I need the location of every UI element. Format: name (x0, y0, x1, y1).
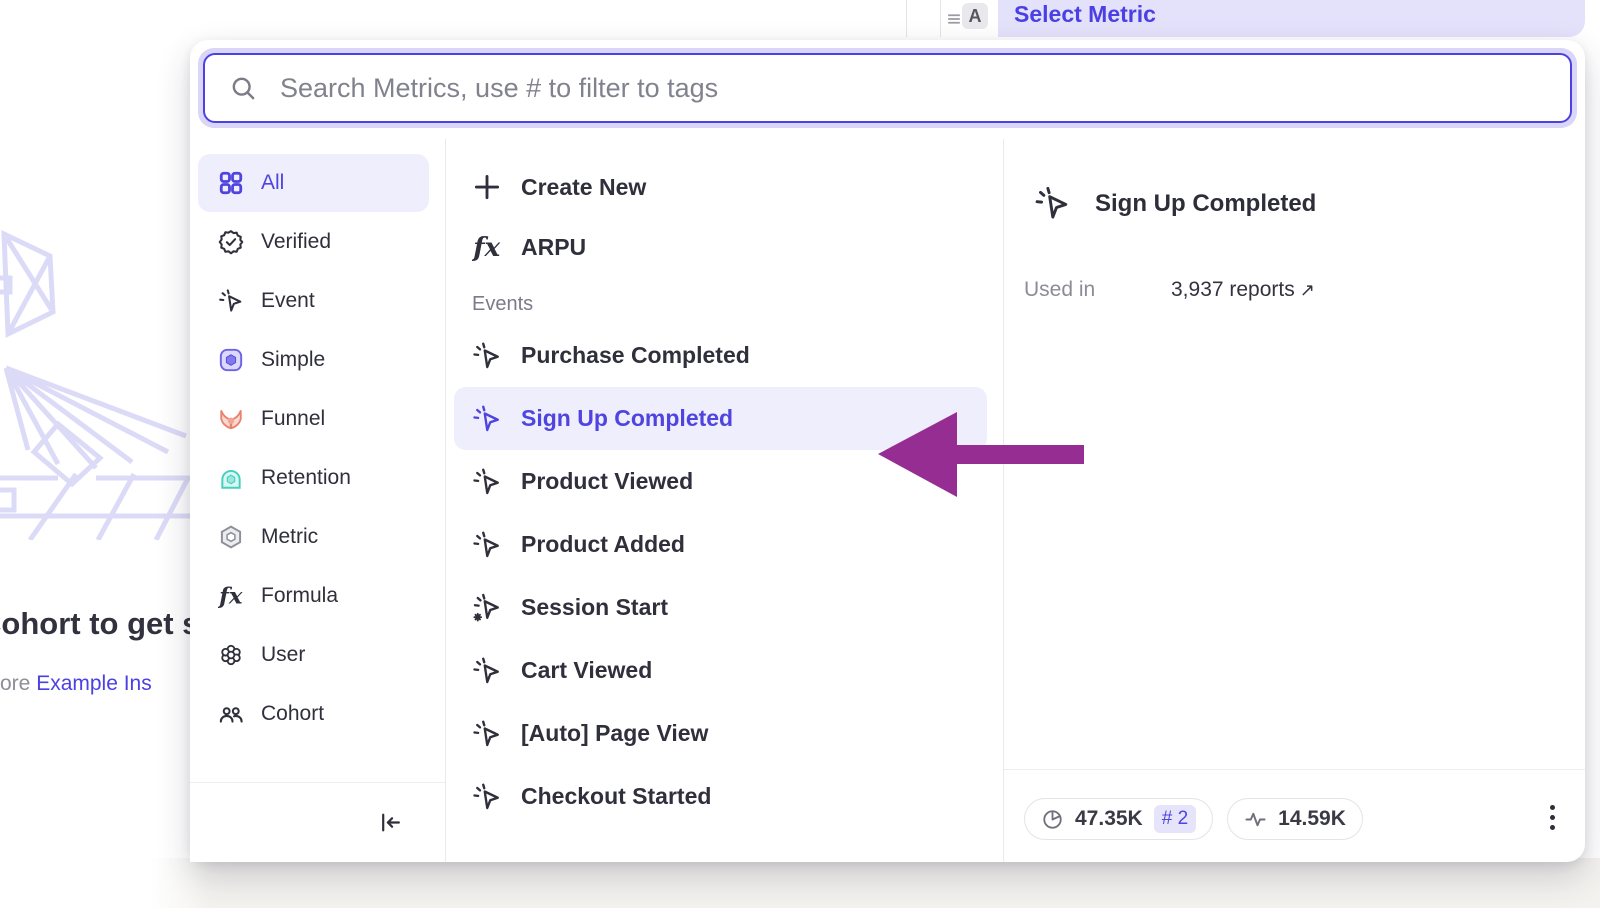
event-cursor-icon (472, 719, 502, 749)
search-placeholder: Search Metrics, use # to filter to tags (280, 73, 718, 104)
funnel-icon (218, 406, 244, 432)
annotation-arrow (872, 408, 1086, 500)
retention-icon (218, 465, 244, 491)
chip-value: 47.35K (1075, 807, 1143, 831)
reports-count: 3,937 reports (1171, 278, 1295, 301)
drag-handle-icon[interactable] (944, 9, 964, 29)
list-item-purchase-completed[interactable]: Purchase Completed (454, 324, 987, 387)
used-in-label: Used in (1024, 278, 1095, 302)
used-in-reports-link[interactable]: 3,937 reports↗ (1171, 278, 1315, 302)
list-item-session-start[interactable]: Session Start (454, 576, 987, 639)
events-section-header: Events (472, 293, 1003, 316)
sidebar-item-label: Retention (261, 466, 351, 490)
list-item-label: Sign Up Completed (521, 405, 733, 432)
search-input[interactable]: Search Metrics, use # to filter to tags (203, 53, 1572, 123)
search-focus-ring: Search Metrics, use # to filter to tags (198, 48, 1577, 128)
event-cursor-icon (1034, 185, 1071, 222)
more-options-kebab-icon[interactable] (1550, 805, 1555, 830)
plus-icon (472, 172, 502, 202)
event-cursor-icon (472, 656, 502, 686)
sidebar-item-metric[interactable]: Metric (198, 508, 429, 566)
user-cluster-icon (218, 642, 244, 668)
list-item-cart-viewed[interactable]: Cart Viewed (454, 639, 987, 702)
page-bottom-band (150, 858, 1600, 908)
sidebar-item-label: Event (261, 289, 315, 313)
detail-title: Sign Up Completed (1095, 190, 1316, 218)
sidebar-item-label: Metric (261, 525, 318, 549)
divider (906, 0, 907, 37)
sidebar-item-user[interactable]: User (198, 626, 429, 684)
decorative-wireframe-illustration (0, 220, 190, 540)
sidebar-footer (190, 782, 445, 862)
formula-fx-icon (472, 232, 502, 262)
list-item-arpu[interactable]: ARPU (454, 217, 987, 277)
event-cursor-icon (472, 341, 502, 371)
sidebar-item-label: User (261, 643, 305, 667)
select-metric-label: Select Metric (1014, 1, 1156, 28)
grid-all-icon (218, 170, 244, 196)
chip-value: 14.59K (1278, 807, 1346, 831)
sidebar-item-verified[interactable]: Verified (198, 213, 429, 271)
type-filter-sidebar: All Verified Event Simple Funnel Retenti… (190, 139, 446, 862)
list-item-label: Session Start (521, 594, 668, 621)
event-star-cursor-icon (472, 593, 502, 623)
sidebar-item-label: Verified (261, 230, 331, 254)
sidebar-item-funnel[interactable]: Funnel (198, 390, 429, 448)
list-item-label: ARPU (521, 234, 586, 261)
rank-badge: # 2 (1154, 805, 1196, 833)
list-item-label: [Auto] Page View (521, 720, 708, 747)
metric-detail-panel: Sign Up Completed Used in 3,937 reports↗… (1004, 139, 1585, 862)
divider (1004, 769, 1585, 770)
activity-pulse-icon (1244, 808, 1267, 831)
query-builder-row: A Select Metric (0, 0, 1600, 37)
sidebar-item-all[interactable]: All (198, 154, 429, 212)
create-new-button[interactable]: Create New (454, 157, 987, 217)
metric-list: Create New ARPU Events Purchase Complete… (446, 139, 1004, 862)
list-item-label: Checkout Started (521, 783, 711, 810)
list-item-label: Product Viewed (521, 468, 693, 495)
total-count-chip[interactable]: 47.35K # 2 (1024, 798, 1213, 840)
simple-metric-icon (218, 347, 244, 373)
activity-count-chip[interactable]: 14.59K (1227, 798, 1363, 840)
sidebar-item-simple[interactable]: Simple (198, 331, 429, 389)
event-cursor-icon (472, 467, 502, 497)
formula-fx-icon (218, 583, 244, 609)
metric-hexagon-icon (218, 524, 244, 550)
divider (940, 0, 941, 37)
sidebar-item-event[interactable]: Event (198, 272, 429, 330)
pie-chart-icon (1041, 808, 1064, 831)
sidebar-item-formula[interactable]: Formula (198, 567, 429, 625)
sidebar-item-retention[interactable]: Retention (198, 449, 429, 507)
collapse-sidebar-icon[interactable] (378, 810, 403, 835)
list-item-checkout-started[interactable]: Checkout Started (454, 765, 987, 828)
list-item-label: Purchase Completed (521, 342, 750, 369)
external-link-icon: ↗ (1300, 280, 1315, 300)
list-item-label: Cart Viewed (521, 657, 652, 684)
link-prefix: ore (0, 672, 36, 695)
background-headline: Cohort to get s (0, 606, 193, 642)
sidebar-item-label: Funnel (261, 407, 325, 431)
sidebar-item-label: Formula (261, 584, 338, 608)
verified-badge-icon (218, 229, 244, 255)
sidebar-item-label: All (261, 171, 284, 195)
list-item-auto-page-view[interactable]: [Auto] Page View (454, 702, 987, 765)
cohort-people-icon (218, 701, 244, 727)
event-cursor-icon (472, 404, 502, 434)
create-new-label: Create New (521, 174, 646, 201)
list-item-label: Product Added (521, 531, 685, 558)
select-metric-button[interactable]: Select Metric (998, 0, 1585, 37)
background-link-line: ore Example Ins (0, 672, 192, 696)
event-cursor-icon (472, 530, 502, 560)
event-cursor-icon (218, 288, 244, 314)
sidebar-item-label: Cohort (261, 702, 324, 726)
example-insights-link[interactable]: Example Ins (36, 672, 152, 695)
event-cursor-icon (472, 782, 502, 812)
sidebar-item-cohort[interactable]: Cohort (198, 685, 429, 743)
search-icon (229, 74, 258, 103)
list-item-product-added[interactable]: Product Added (454, 513, 987, 576)
sidebar-item-label: Simple (261, 348, 325, 372)
metric-letter-badge: A (962, 3, 988, 29)
